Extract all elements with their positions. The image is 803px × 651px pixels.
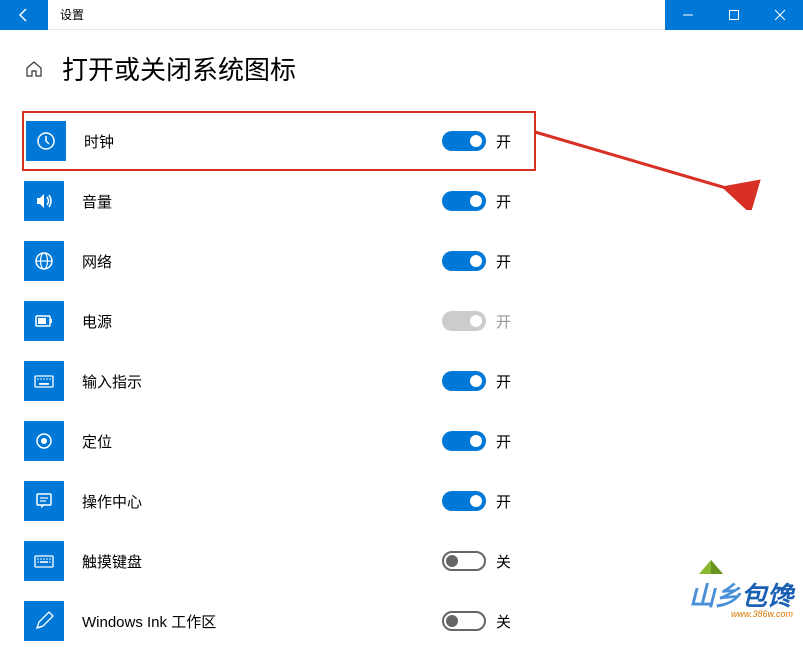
titlebar: 设置	[0, 0, 803, 30]
home-button[interactable]	[24, 59, 44, 79]
home-icon	[25, 60, 43, 78]
toggle-state-text: 开	[496, 371, 516, 392]
maximize-button[interactable]	[711, 0, 757, 30]
page-header: 打开或关闭系统图标	[24, 50, 779, 87]
page-title: 打开或关闭系统图标	[62, 50, 296, 87]
close-button[interactable]	[757, 0, 803, 30]
toggle-wrap: 关	[442, 611, 516, 632]
toggle-location[interactable]	[442, 431, 486, 451]
ime-icon	[24, 361, 64, 401]
setting-row-volume: 音量 开	[24, 171, 534, 231]
toggle-state-text: 关	[496, 551, 516, 572]
setting-label: 电源	[82, 311, 442, 332]
setting-row-ink: Windows Ink 工作区 关	[24, 591, 534, 651]
window-title: 设置	[48, 6, 84, 23]
location-icon	[24, 421, 64, 461]
toggle-wrap: 开	[442, 491, 516, 512]
volume-icon	[24, 181, 64, 221]
network-icon	[24, 241, 64, 281]
toggle-clock[interactable]	[442, 131, 486, 151]
toggle-wrap: 关	[442, 551, 516, 572]
toggle-state-text: 开	[496, 491, 516, 512]
setting-label: 定位	[82, 431, 442, 452]
toggle-wrap: 开	[442, 131, 516, 152]
toggle-wrap: 开	[442, 311, 516, 332]
setting-row-action: 操作中心 开	[24, 471, 534, 531]
setting-row-ime: 输入指示 开	[24, 351, 534, 411]
power-icon	[24, 301, 64, 341]
toggle-network[interactable]	[442, 251, 486, 271]
toggle-wrap: 开	[442, 431, 516, 452]
toggle-volume[interactable]	[442, 191, 486, 211]
toggle-wrap: 开	[442, 371, 516, 392]
setting-row-network: 网络 开	[24, 231, 534, 291]
setting-row-touch-kb: 触摸键盘 关	[24, 531, 534, 591]
window-controls	[665, 0, 803, 30]
setting-label: 音量	[82, 191, 442, 212]
setting-row-location: 定位 开	[24, 411, 534, 471]
back-button[interactable]	[0, 0, 48, 30]
ink-icon	[24, 601, 64, 641]
settings-list: 时钟开音量开网络开电源开输入指示开定位开操作中心开触摸键盘关Windows In…	[24, 111, 534, 651]
setting-row-power: 电源 开	[24, 291, 534, 351]
setting-label: 时钟	[84, 131, 442, 152]
setting-label: Windows Ink 工作区	[82, 611, 442, 632]
content-area: 打开或关闭系统图标 时钟开音量开网络开电源开输入指示开定位开操作中心开触摸键盘关…	[0, 30, 803, 651]
minimize-icon	[682, 9, 694, 21]
toggle-state-text: 开	[496, 191, 516, 212]
action-icon	[24, 481, 64, 521]
toggle-state-text: 开	[496, 311, 516, 332]
close-icon	[774, 9, 786, 21]
toggle-touch-kb[interactable]	[442, 551, 486, 571]
setting-label: 输入指示	[82, 371, 442, 392]
setting-label: 触摸键盘	[82, 551, 442, 572]
minimize-button[interactable]	[665, 0, 711, 30]
toggle-state-text: 开	[496, 431, 516, 452]
arrow-left-icon	[16, 7, 32, 23]
toggle-wrap: 开	[442, 191, 516, 212]
setting-label: 网络	[82, 251, 442, 272]
toggle-ink[interactable]	[442, 611, 486, 631]
setting-row-clock: 时钟 开	[22, 111, 536, 171]
toggle-state-text: 开	[496, 251, 516, 272]
toggle-wrap: 开	[442, 251, 516, 272]
touch-kb-icon	[24, 541, 64, 581]
toggle-power	[442, 311, 486, 331]
toggle-state-text: 关	[496, 611, 516, 632]
toggle-ime[interactable]	[442, 371, 486, 391]
maximize-icon	[728, 9, 740, 21]
toggle-state-text: 开	[496, 131, 516, 152]
clock-icon	[26, 121, 66, 161]
toggle-action[interactable]	[442, 491, 486, 511]
setting-label: 操作中心	[82, 491, 442, 512]
